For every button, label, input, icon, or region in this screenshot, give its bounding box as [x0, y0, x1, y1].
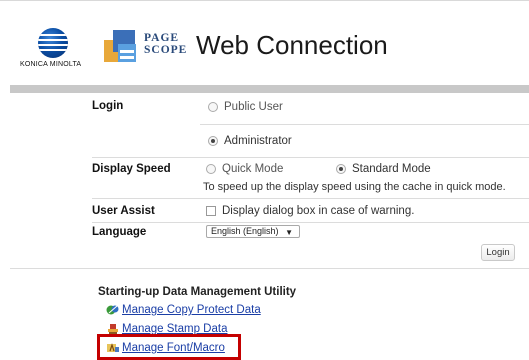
- login-button[interactable]: Login: [481, 244, 515, 261]
- divider: [92, 222, 529, 223]
- logo-text-page: PAGE: [144, 32, 180, 44]
- radio-icon[interactable]: [206, 164, 216, 174]
- display-speed-label: Display Speed: [92, 163, 171, 175]
- radio-icon[interactable]: [208, 102, 218, 112]
- pagescope-logo-icon: [104, 30, 140, 66]
- checkbox-icon[interactable]: [206, 206, 216, 216]
- utility-section-title: Starting-up Data Management Utility: [98, 286, 297, 298]
- divider: [92, 198, 529, 199]
- warning-dialog-checkbox[interactable]: Display dialog box in case of warning.: [206, 205, 414, 217]
- header-separator-bar: [10, 85, 529, 93]
- public-user-radio[interactable]: Public User: [208, 101, 283, 113]
- language-label: Language: [92, 226, 147, 238]
- top-border: [0, 0, 529, 1]
- standard-mode-radio[interactable]: Standard Mode: [336, 163, 431, 175]
- dropdown-caret-icon: ▼: [285, 228, 293, 237]
- public-user-label: Public User: [224, 101, 283, 113]
- warning-dialog-label: Display dialog box in case of warning.: [222, 205, 415, 217]
- copy-protect-icon: [106, 304, 120, 316]
- radio-selected-icon[interactable]: [336, 164, 346, 174]
- manage-copy-protect-link[interactable]: Manage Copy Protect Data: [106, 304, 261, 316]
- header: KONICA MINOLTA PAGE SCOPE Web Connection: [0, 2, 529, 78]
- quick-mode-label: Quick Mode: [222, 163, 284, 175]
- divider: [92, 157, 529, 158]
- display-speed-hint: To speed up the display speed using the …: [203, 181, 506, 193]
- login-label: Login: [92, 100, 124, 112]
- standard-mode-label: Standard Mode: [352, 163, 431, 175]
- konica-minolta-logo: KONICA MINOLTA: [20, 28, 90, 72]
- highlight-box: [97, 334, 241, 360]
- product-title: Web Connection: [196, 30, 388, 60]
- quick-mode-radio[interactable]: Quick Mode: [206, 163, 283, 175]
- brand-text: KONICA MINOLTA: [20, 61, 82, 68]
- section-divider: [10, 268, 529, 269]
- copy-protect-link-text[interactable]: Manage Copy Protect Data: [122, 304, 261, 316]
- divider: [200, 124, 529, 125]
- language-selected-value: English (English): [211, 226, 279, 236]
- administrator-radio[interactable]: Administrator: [208, 135, 292, 147]
- logo-text-scope: SCOPE: [144, 44, 188, 56]
- pagescope-logo-text: PAGE SCOPE: [144, 32, 187, 56]
- globe-icon: [38, 28, 68, 58]
- administrator-label: Administrator: [224, 135, 292, 147]
- user-assist-label: User Assist: [92, 205, 155, 217]
- radio-selected-icon[interactable]: [208, 136, 218, 146]
- language-select[interactable]: English (English) ▼: [206, 225, 300, 238]
